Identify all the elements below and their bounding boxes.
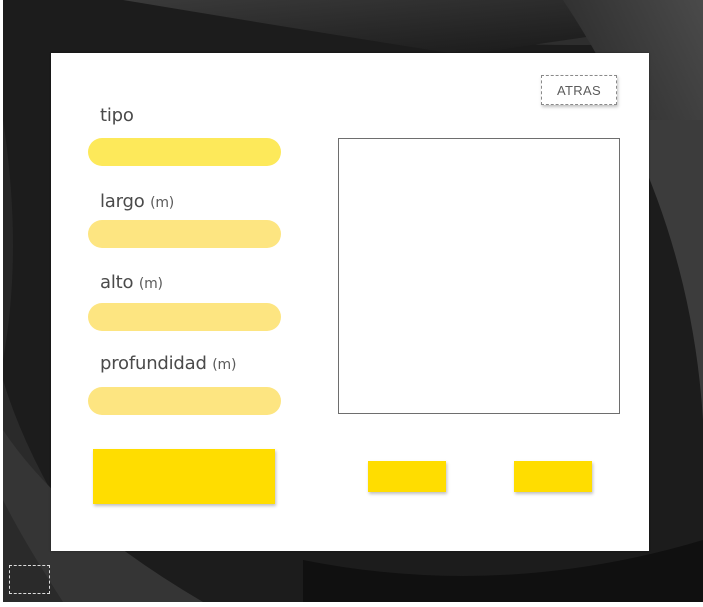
largo-label: largo (m) (100, 191, 174, 212)
form-panel: ATRAS tipo largo (m) alto (m) profundida… (51, 53, 649, 551)
calculate-button[interactable] (93, 449, 275, 504)
left-action-button[interactable] (368, 461, 446, 492)
screen: ATRAS tipo largo (m) alto (m) profundida… (0, 0, 703, 607)
alto-label-text: alto (100, 272, 134, 293)
right-action-button[interactable] (514, 461, 592, 492)
largo-unit: (m) (150, 195, 175, 211)
profundidad-input[interactable] (88, 387, 281, 415)
tipo-input[interactable] (88, 138, 281, 166)
profundidad-unit: (m) (212, 357, 237, 373)
tipo-label: tipo (100, 105, 134, 126)
profundidad-label-text: profundidad (100, 353, 207, 374)
largo-input[interactable] (88, 220, 281, 248)
tipo-label-text: tipo (100, 105, 134, 126)
profundidad-label: profundidad (m) (100, 353, 236, 374)
corner-placeholder-frame (9, 565, 50, 594)
alto-label: alto (m) (100, 272, 163, 293)
back-button[interactable]: ATRAS (541, 75, 617, 105)
alto-input[interactable] (88, 303, 281, 331)
largo-label-text: largo (100, 191, 145, 212)
alto-unit: (m) (138, 276, 163, 292)
preview-box (338, 138, 620, 414)
